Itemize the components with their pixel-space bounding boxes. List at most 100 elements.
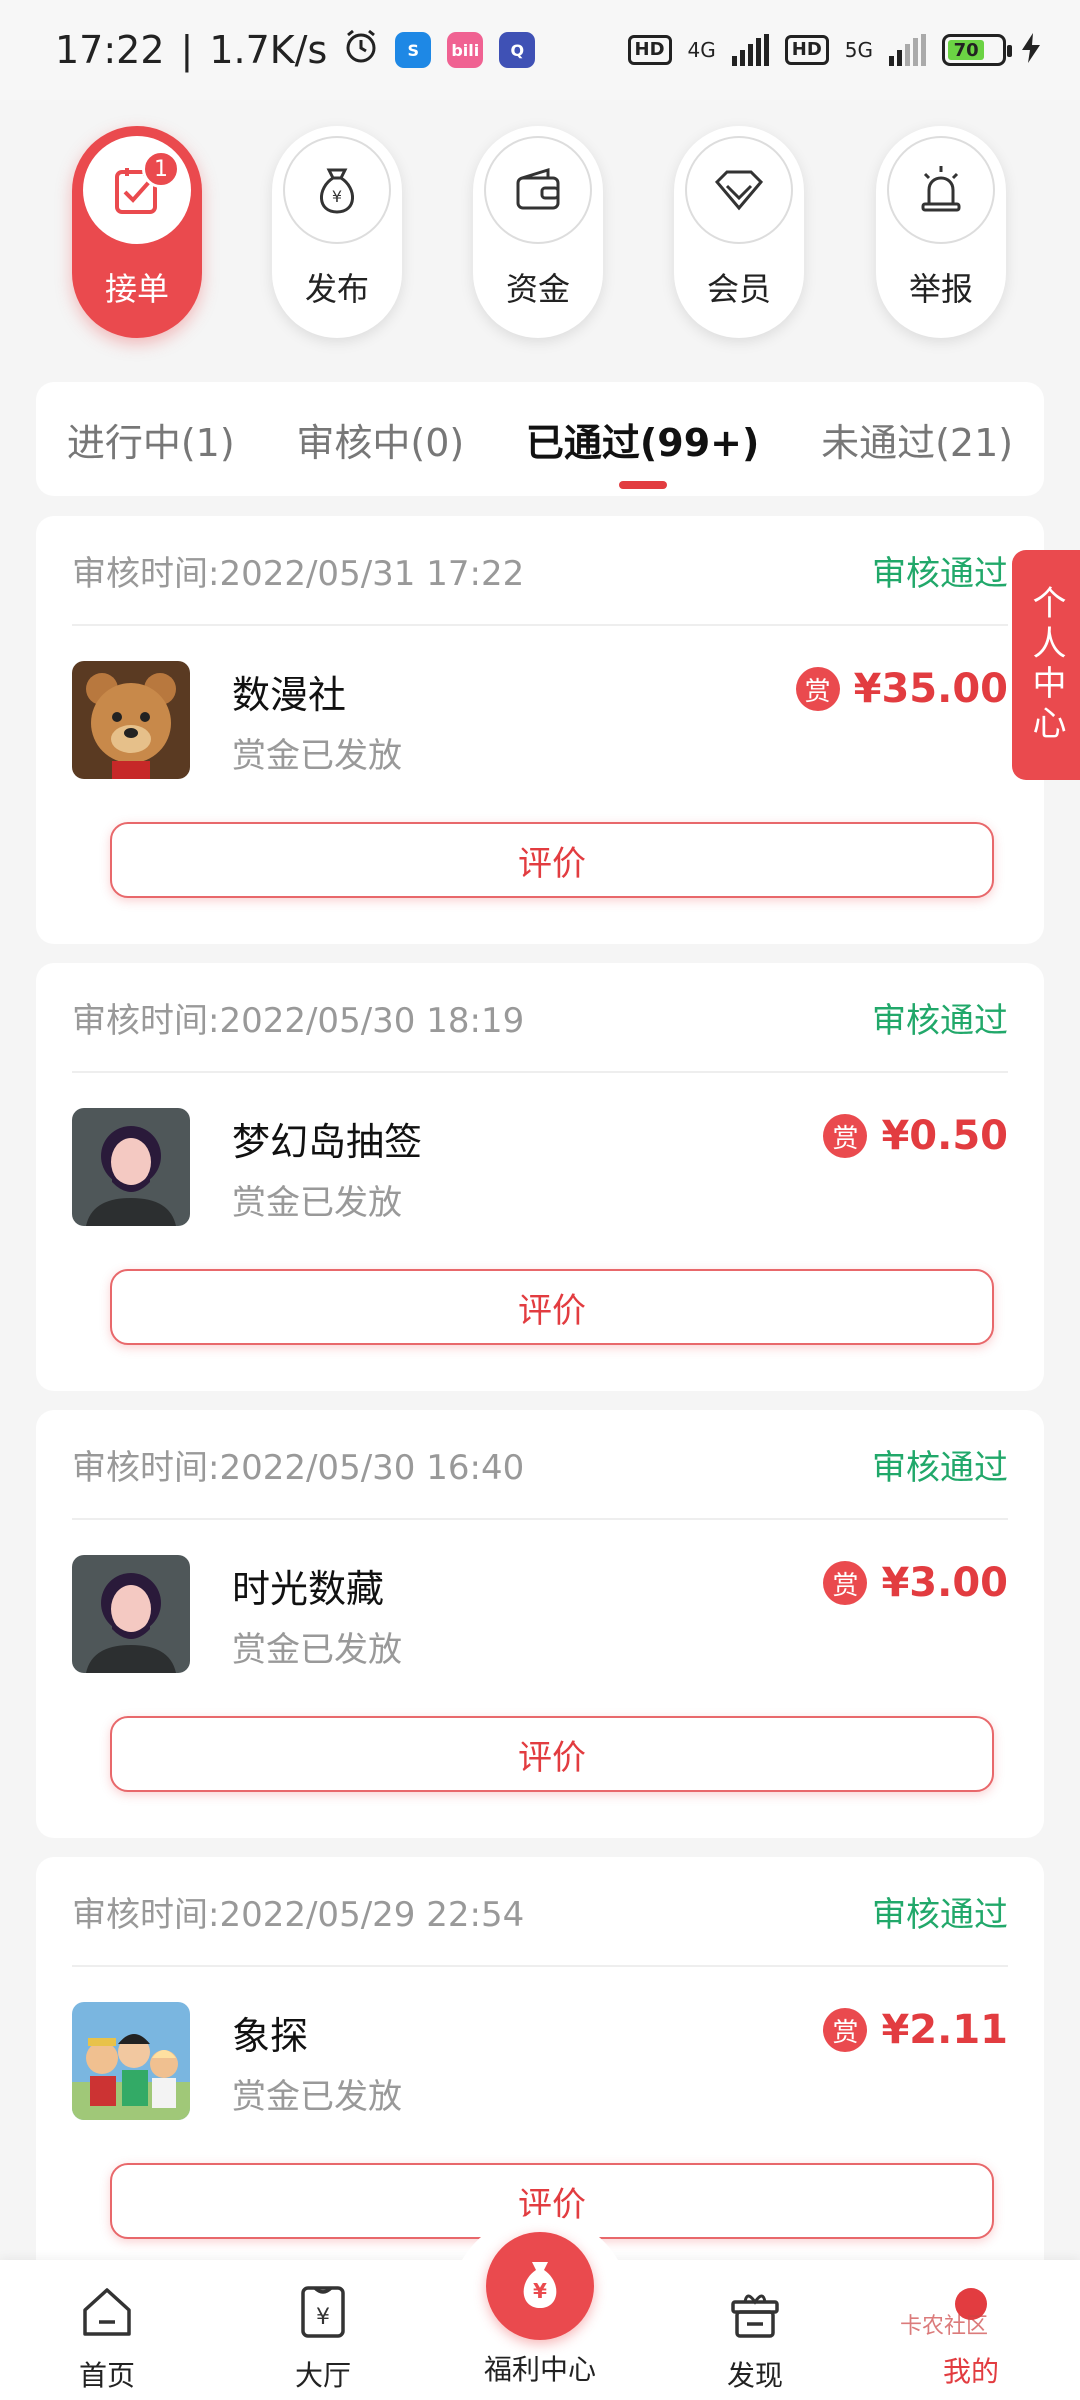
order-status-tabs: 进行中(1) 审核中(0) 已通过(99+) 未通过(21) <box>36 382 1044 496</box>
hd-badge-2: HD <box>784 35 829 65</box>
nav-label: 会员 <box>706 270 771 308</box>
review-time: 审核时间:2022/05/30 16:40 <box>72 1447 525 1488</box>
qq-icon: Q <box>499 32 536 68</box>
network-4g: 4G <box>687 38 716 62</box>
reward-icon: 赏 <box>823 2008 868 2052</box>
reward-amount: 赏 ¥3.00 <box>823 1560 1008 1606</box>
task-name: 象探 <box>232 2014 309 2058</box>
amount: ¥35.00 <box>853 666 1008 712</box>
bottom-nav-label: 发现 <box>726 2359 783 2392</box>
card-header: 审核时间:2022/05/29 22:54 审核通过 <box>72 1857 1008 1967</box>
network-speed: 1.7K/s <box>209 28 328 72</box>
notification-badge: 1 <box>142 150 180 188</box>
payout-status: 赏金已发放 <box>232 1183 402 1223</box>
gift-box-icon <box>725 2282 785 2346</box>
review-status: 审核通过 <box>872 1894 1008 1935</box>
anime-group-avatar <box>72 2002 190 2120</box>
alarm-icon <box>343 28 379 73</box>
alarm-light-icon <box>887 136 995 244</box>
reward-icon: 赏 <box>823 1561 868 1605</box>
hd-badge-1: HD <box>627 35 672 65</box>
review-status: 审核通过 <box>872 1000 1008 1041</box>
default-person-avatar <box>72 1555 190 1673</box>
tab-rejected[interactable]: 未通过(21) <box>815 412 1019 467</box>
bottom-nav-label: 首页 <box>78 2359 135 2392</box>
nav-publish[interactable]: ¥ 发布 <box>272 126 402 338</box>
order-card: 审核时间:2022/05/31 17:22 审核通过 数漫社 赏金已发放 赏 ¥… <box>36 516 1044 944</box>
teddy-bear-avatar <box>72 661 190 779</box>
svg-text:¥: ¥ <box>332 187 342 206</box>
top-category-nav: 1 接单 ¥ 发布 资金 会员 举报 <box>0 120 1080 340</box>
nav-label: 发布 <box>304 270 369 308</box>
task-check-icon <box>83 136 191 244</box>
bottom-nav-hall[interactable]: ¥ 大厅 <box>248 2282 398 2394</box>
reward-amount: 赏 ¥2.11 <box>823 2007 1008 2053</box>
signal-icon-2 <box>889 34 926 66</box>
payout-status: 赏金已发放 <box>232 2077 402 2117</box>
status-bar: 17:22 | 1.7K/s S bili Q HD 4G HD 5G 70 <box>0 0 1080 100</box>
payout-status: 赏金已发放 <box>232 1630 402 1670</box>
bottom-nav-discover[interactable]: 发现 <box>680 2282 830 2394</box>
task-name: 梦幻岛抽签 <box>232 1120 423 1164</box>
watermark: 卡农社区 <box>900 2314 989 2339</box>
svg-text:¥: ¥ <box>533 2279 547 2303</box>
review-time: 审核时间:2022/05/29 22:54 <box>72 1894 525 1935</box>
welfare-center-button[interactable]: ¥ <box>486 2232 594 2340</box>
bottom-nav-label: 我的 <box>942 2355 999 2388</box>
reward-icon: 赏 <box>795 667 840 711</box>
nav-report[interactable]: 举报 <box>876 126 1006 338</box>
rate-button[interactable]: 评价 <box>110 1269 994 1345</box>
reward-icon: 赏 <box>823 1114 868 1158</box>
card-header: 审核时间:2022/05/30 16:40 审核通过 <box>72 1410 1008 1520</box>
clock: 17:22 <box>55 28 165 72</box>
payout-status: 赏金已发放 <box>232 736 402 776</box>
nav-membership[interactable]: 会员 <box>674 126 804 338</box>
order-card: 审核时间:2022/05/30 16:40 审核通过 时光数藏 赏金已发放 赏 … <box>36 1410 1044 1838</box>
hall-icon: ¥ <box>293 2282 353 2346</box>
nav-accept-orders[interactable]: 1 接单 <box>72 126 202 338</box>
wallet-icon <box>484 136 592 244</box>
rate-button[interactable]: 评价 <box>110 822 994 898</box>
card-header: 审核时间:2022/05/30 18:19 审核通过 <box>72 963 1008 1073</box>
review-time: 审核时间:2022/05/31 17:22 <box>72 553 525 594</box>
bottom-nav-home[interactable]: 首页 <box>32 2282 182 2394</box>
amount: ¥0.50 <box>881 1113 1008 1159</box>
review-time: 审核时间:2022/05/30 18:19 <box>72 1000 525 1041</box>
tab-in-progress[interactable]: 进行中(1) <box>61 412 241 467</box>
bilibili-icon: bili <box>447 32 484 68</box>
diamond-icon <box>685 136 793 244</box>
nav-label: 资金 <box>505 270 570 308</box>
card-header: 审核时间:2022/05/31 17:22 审核通过 <box>72 516 1008 626</box>
battery-level: 70 <box>948 40 985 61</box>
app-screen: { "status_bar": { "time": "17:22", "spee… <box>0 0 1080 2400</box>
money-bag-icon: ¥ <box>510 2254 570 2318</box>
charging-icon <box>1022 32 1040 68</box>
svg-text:¥: ¥ <box>316 2305 330 2330</box>
money-bag-icon: ¥ <box>283 136 391 244</box>
reward-amount: 赏 ¥35.00 <box>795 666 1008 712</box>
signal-icon-1 <box>731 34 769 66</box>
review-status: 审核通过 <box>872 553 1008 594</box>
tab-under-review[interactable]: 审核中(0) <box>290 412 470 467</box>
nav-funds[interactable]: 资金 <box>473 126 603 338</box>
home-icon <box>77 2282 137 2346</box>
battery-icon: 70 <box>942 34 1012 66</box>
nav-label: 举报 <box>908 270 973 308</box>
bottom-nav-label: 大厅 <box>294 2359 351 2392</box>
personal-center-button[interactable]: 个人中心 <box>1012 550 1080 780</box>
rate-button[interactable]: 评价 <box>110 1716 994 1792</box>
status-left: 17:22 | 1.7K/s S bili Q <box>55 28 536 73</box>
nav-label: 接单 <box>104 270 169 308</box>
task-name: 时光数藏 <box>232 1567 385 1611</box>
default-person-avatar <box>72 1108 190 1226</box>
shazam-icon: S <box>395 32 432 68</box>
status-right: HD 4G HD 5G 70 <box>627 32 1040 68</box>
welfare-center-label[interactable]: 福利中心 <box>440 2348 640 2388</box>
review-status: 审核通过 <box>872 1447 1008 1488</box>
network-5g: 5G <box>844 38 873 62</box>
amount: ¥3.00 <box>881 1560 1008 1606</box>
divider: | <box>180 28 194 72</box>
task-name: 数漫社 <box>232 673 347 717</box>
reward-amount: 赏 ¥0.50 <box>823 1113 1008 1159</box>
tab-approved[interactable]: 已通过(99+) <box>520 412 765 467</box>
